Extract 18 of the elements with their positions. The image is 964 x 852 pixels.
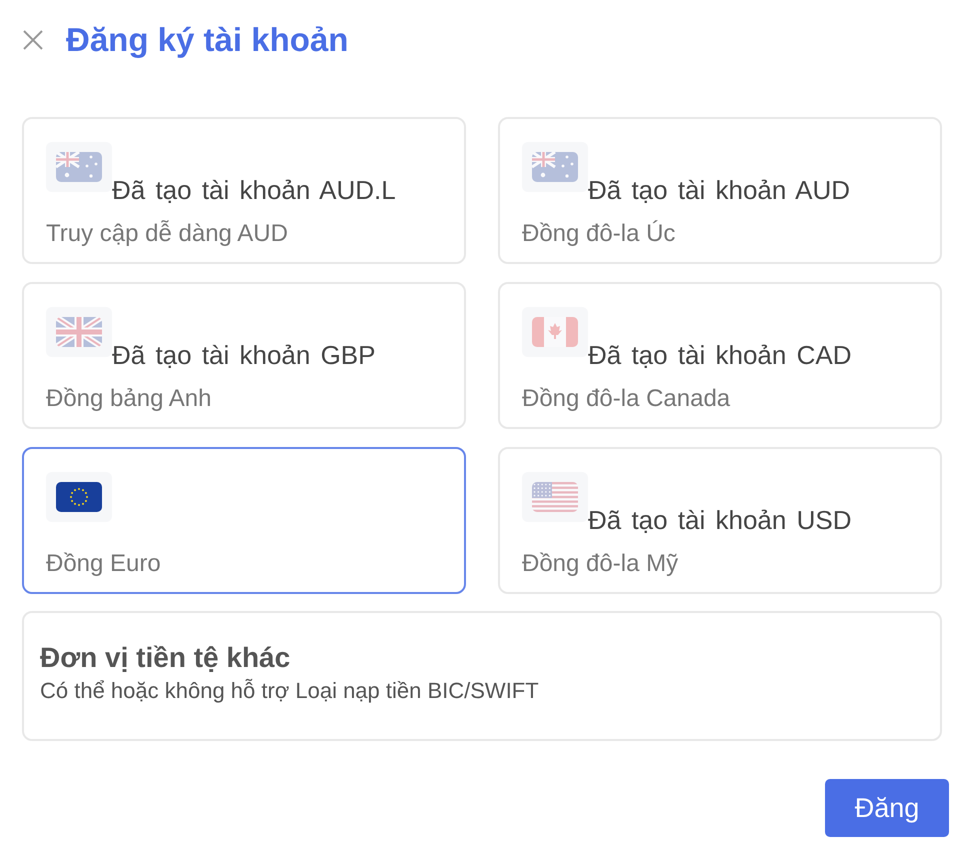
currency-name: Đồng Euro — [46, 549, 162, 579]
account-status-text: Đã tạo tài khoản USD — [588, 504, 852, 536]
currency-name: Đồng đô-la Úc — [522, 219, 676, 249]
other-currency-title: Đơn vị tiền tệ khác — [40, 641, 290, 675]
currency-name: Đồng đô-la Mỹ — [522, 549, 680, 579]
close-icon[interactable] — [22, 29, 44, 51]
currency-name: Đồng đô-la Canada — [522, 384, 732, 414]
currency-name: Truy cập dễ dàng AUD — [46, 219, 289, 249]
account-status-text: Đã tạo tài khoản GBP — [112, 339, 376, 371]
other-currency-card[interactable]: Đơn vị tiền tệ khác Có thể hoặc không hỗ trợ Loại nạp tiền BIC/SWIFT — [22, 611, 942, 741]
account-status-text: Đã tạo tài khoản AUD.L — [112, 174, 396, 206]
submit-button[interactable]: Đăng — [825, 779, 949, 837]
other-currency-description: Có thể hoặc không hỗ trợ Loại nạp tiền BIC/SWIFT — [40, 677, 539, 705]
account-status-text: Đã tạo tài khoản AUD — [588, 174, 850, 206]
currency-card[interactable]: Đồng Euro — [22, 447, 466, 594]
dialog-title: Đăng ký tài khoản — [66, 20, 348, 60]
currency-name: Đồng bảng Anh — [46, 384, 212, 414]
account-status-text: Đã tạo tài khoản CAD — [588, 339, 852, 371]
